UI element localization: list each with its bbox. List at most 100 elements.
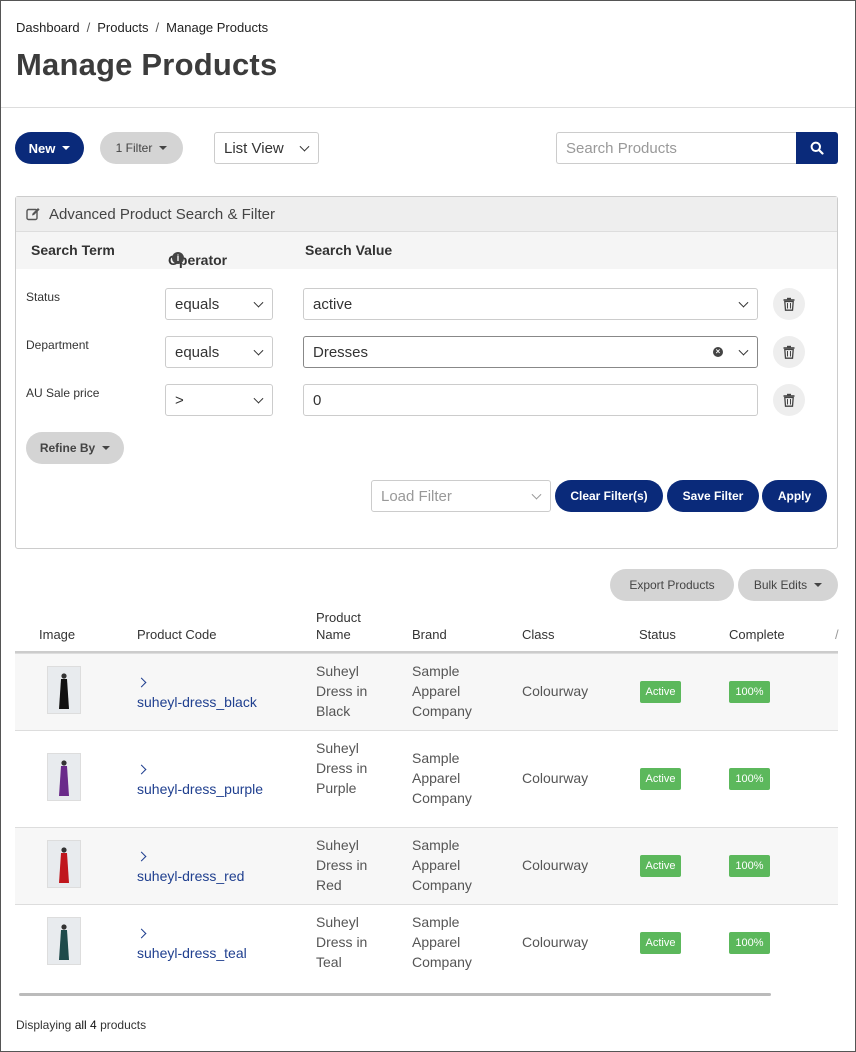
- class-cell: Colourway: [522, 770, 589, 786]
- complete-badge: 100%: [729, 855, 770, 877]
- trash-icon: [783, 393, 795, 407]
- remove-filter-button[interactable]: [773, 288, 805, 320]
- product-name-cell: Suheyl Dress in Red: [316, 837, 368, 893]
- breadcrumb-separator: /: [155, 20, 160, 35]
- col-search-term: Search Term: [31, 242, 115, 258]
- chevron-down-icon: [299, 141, 310, 152]
- chevron-down-icon: [253, 297, 264, 308]
- product-name-cell: Suheyl Dress in Purple: [316, 740, 368, 796]
- breadcrumb-dashboard[interactable]: Dashboard: [16, 20, 80, 35]
- search-button[interactable]: [796, 132, 838, 164]
- search-input[interactable]: Search Products: [556, 132, 797, 164]
- product-code-cell[interactable]: suheyl-dress_purple: [136, 758, 263, 799]
- caret-down-icon: [159, 146, 168, 150]
- col-search-value: Search Value: [305, 242, 393, 258]
- dress-image-icon: [59, 760, 69, 796]
- refine-by-button[interactable]: Refine By: [26, 432, 124, 464]
- product-code-cell[interactable]: suheyl-dress_teal: [136, 922, 247, 963]
- operator-select-price[interactable]: >: [165, 384, 273, 416]
- export-products-button[interactable]: Export Products: [610, 569, 734, 601]
- dress-image-icon: [59, 673, 69, 709]
- value-select-status[interactable]: active: [303, 288, 758, 320]
- apply-button[interactable]: Apply: [762, 480, 827, 512]
- col-image: Image: [39, 627, 76, 642]
- load-filter-placeholder: Load Filter: [381, 487, 452, 505]
- product-code-cell[interactable]: suheyl-dress_black: [136, 671, 257, 712]
- col-class[interactable]: Class: [522, 627, 555, 642]
- trash-icon: [783, 297, 795, 311]
- chevron-right-icon[interactable]: [136, 677, 147, 688]
- product-name-cell: Suheyl Dress in Black: [316, 663, 368, 719]
- header-divider: [1, 107, 855, 108]
- trash-icon: [783, 345, 795, 359]
- results-suffix: products: [100, 1018, 147, 1032]
- remove-filter-button[interactable]: [773, 336, 805, 368]
- complete-badge: 100%: [729, 768, 770, 790]
- new-button-label: New: [28, 140, 56, 156]
- remove-filter-button[interactable]: [773, 384, 805, 416]
- product-code-link[interactable]: suheyl-dress_red: [137, 868, 244, 884]
- dress-image-icon: [59, 924, 69, 960]
- info-icon[interactable]: i: [172, 252, 184, 264]
- operator-select-status[interactable]: equals: [165, 288, 273, 320]
- new-button[interactable]: New: [15, 132, 84, 164]
- col-product-code[interactable]: Product Code: [137, 627, 217, 642]
- filter-columns-header: Search Term Operator i Search Value: [16, 232, 837, 269]
- col-complete[interactable]: Complete: [729, 627, 785, 642]
- breadcrumb-products[interactable]: Products: [97, 20, 148, 35]
- breadcrumb: Dashboard / Products / Manage Products: [16, 20, 268, 35]
- col-overflow-indicator: /: [835, 627, 839, 642]
- chevron-down-icon: [253, 345, 264, 356]
- brand-cell: Sample Apparel Company: [412, 663, 472, 719]
- search-icon: [810, 141, 824, 155]
- chevron-right-icon[interactable]: [136, 928, 147, 939]
- results-summary: Displaying all 4 products: [16, 1018, 146, 1032]
- product-code-link[interactable]: suheyl-dress_black: [137, 694, 257, 710]
- status-badge: Active: [640, 768, 681, 790]
- load-filter-select[interactable]: Load Filter: [371, 480, 551, 512]
- product-code-cell[interactable]: suheyl-dress_red: [136, 845, 244, 886]
- clear-value-icon[interactable]: ×: [713, 347, 723, 357]
- operator-value: >: [175, 391, 184, 409]
- edit-icon: [26, 208, 40, 221]
- chevron-down-icon: [738, 297, 749, 308]
- product-code-link[interactable]: suheyl-dress_teal: [137, 945, 247, 961]
- filter-button-label: 1 Filter: [115, 141, 153, 155]
- product-code-link[interactable]: suheyl-dress_purple: [137, 781, 263, 797]
- value-select-department[interactable]: Dresses ×: [303, 336, 758, 368]
- product-thumbnail[interactable]: [47, 666, 81, 714]
- status-badge: Active: [640, 932, 681, 954]
- page-title: Manage Products: [16, 47, 278, 82]
- class-cell: Colourway: [522, 934, 589, 950]
- complete-badge: 100%: [729, 932, 770, 954]
- horizontal-scrollbar[interactable]: [19, 993, 771, 996]
- chevron-down-icon: [253, 393, 264, 404]
- col-brand[interactable]: Brand: [412, 627, 447, 642]
- view-select-value: List View: [224, 139, 284, 157]
- operator-select-department[interactable]: equals: [165, 336, 273, 368]
- col-status[interactable]: Status: [639, 627, 676, 642]
- operator-value: equals: [175, 295, 220, 313]
- chevron-right-icon[interactable]: [136, 851, 147, 862]
- value-input-price[interactable]: 0: [303, 384, 758, 416]
- operator-value: equals: [175, 343, 220, 361]
- advanced-search-header: Advanced Product Search & Filter: [16, 197, 837, 232]
- product-thumbnail[interactable]: [47, 917, 81, 965]
- bulk-edits-label: Bulk Edits: [753, 578, 808, 592]
- class-cell: Colourway: [522, 857, 589, 873]
- chevron-down-icon: [738, 345, 749, 356]
- results-prefix: Displaying: [16, 1018, 72, 1032]
- filter-toggle-button[interactable]: 1 Filter: [100, 132, 183, 164]
- brand-cell: Sample Apparel Company: [412, 837, 472, 893]
- clear-filters-button[interactable]: Clear Filter(s): [555, 480, 663, 512]
- product-thumbnail[interactable]: [47, 753, 81, 801]
- chevron-right-icon[interactable]: [136, 764, 147, 775]
- product-thumbnail[interactable]: [47, 840, 81, 888]
- col-product-name[interactable]: Product Name: [316, 609, 372, 643]
- view-select[interactable]: List View: [214, 132, 319, 164]
- status-badge: Active: [640, 681, 681, 703]
- bulk-edits-button[interactable]: Bulk Edits: [738, 569, 838, 601]
- dress-image-icon: [59, 847, 69, 883]
- filter-term-status: Status: [26, 290, 61, 304]
- save-filter-button[interactable]: Save Filter: [667, 480, 759, 512]
